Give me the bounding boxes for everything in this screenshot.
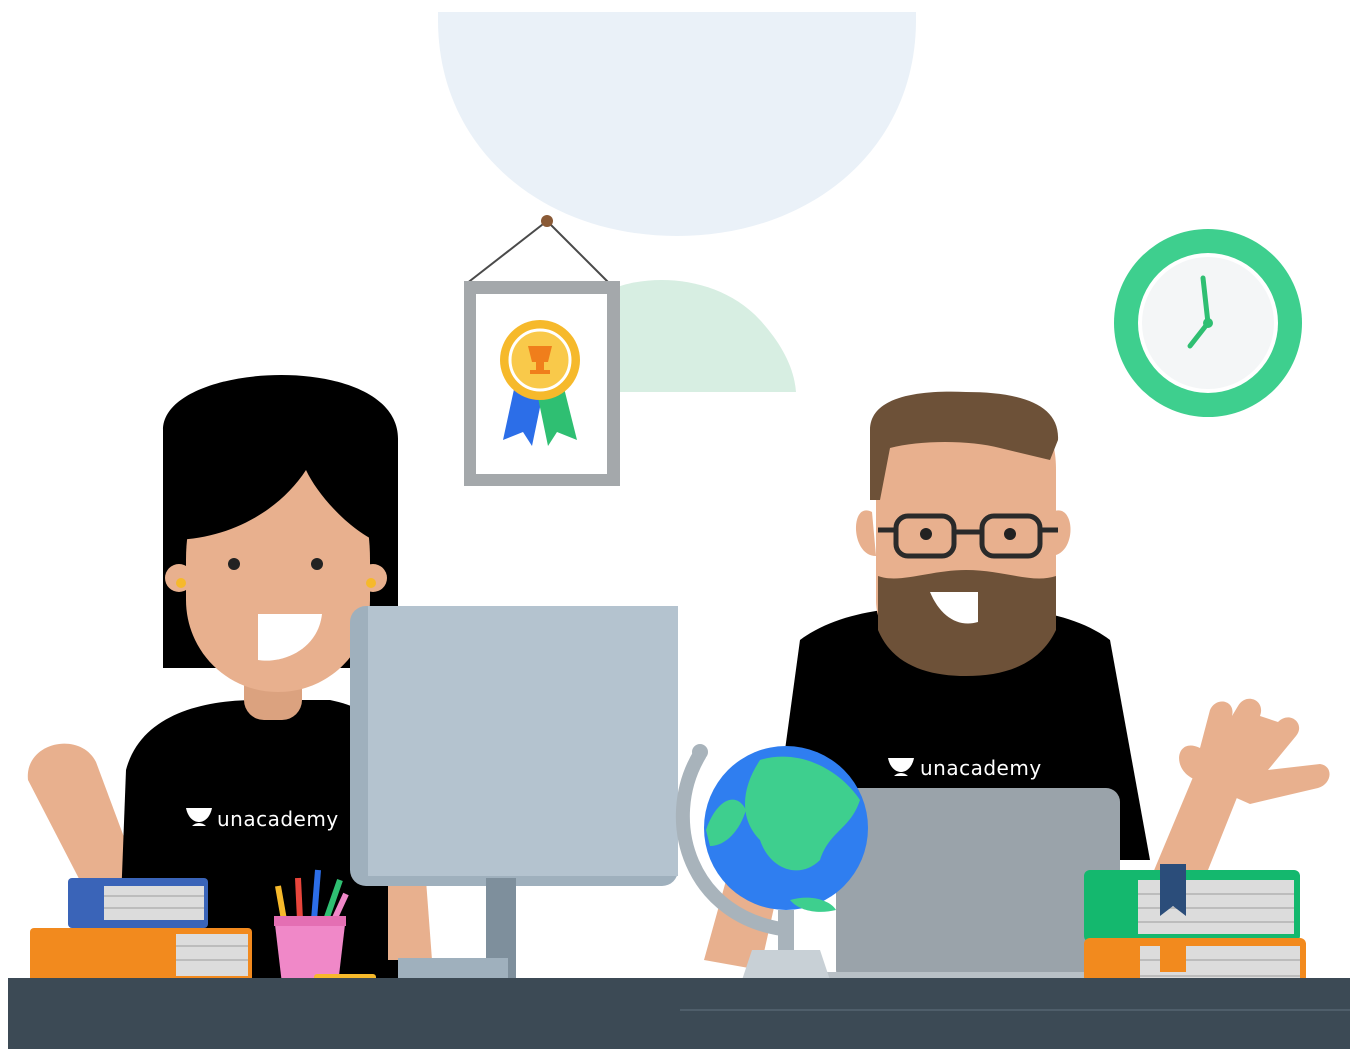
woman-shirt-brand-text: unacademy	[217, 807, 339, 831]
ceiling-bowl-shape	[438, 12, 916, 236]
mint-half-circle-shape	[610, 279, 796, 392]
clock-icon	[1114, 229, 1302, 417]
man-shirt-brand-text: unacademy	[920, 756, 1042, 780]
illustration-scene: unacademy unacademy	[8, 12, 1350, 1049]
award-frame	[464, 215, 620, 486]
desk	[8, 978, 1350, 1049]
